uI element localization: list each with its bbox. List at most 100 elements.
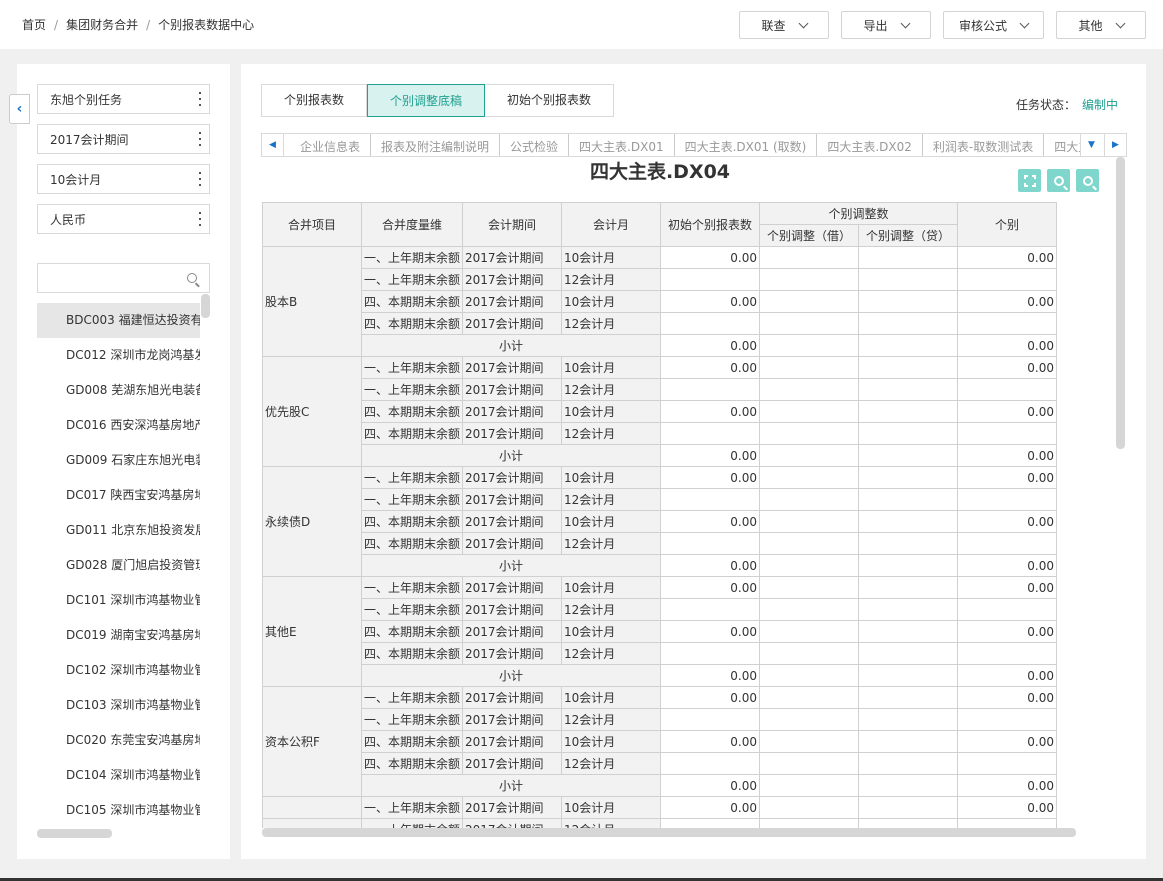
cell-individual[interactable] (957, 268, 1058, 291)
sheet-tab[interactable]: 四大主表.DX02 (817, 134, 923, 156)
cell-individual[interactable] (957, 532, 1058, 555)
cell-adjust-debit[interactable] (759, 510, 860, 533)
cell-initial[interactable]: 0.00 (660, 620, 761, 643)
org-list-horizontal-scrollbar[interactable] (37, 829, 112, 838)
search-icon[interactable] (187, 273, 197, 283)
cell-initial[interactable]: 0.00 (660, 334, 761, 357)
cell-adjust-debit[interactable] (759, 400, 860, 423)
cell-initial[interactable] (660, 818, 761, 828)
cell-individual[interactable]: 0.00 (957, 510, 1058, 533)
cell-initial[interactable] (660, 598, 761, 621)
org-list-item[interactable]: DC016 西安深鸿基房地产 (37, 408, 200, 443)
cell-initial[interactable]: 0.00 (660, 444, 761, 467)
cell-adjust-debit[interactable] (759, 334, 860, 357)
export-button[interactable]: 导出 (841, 11, 931, 39)
sheet-tab[interactable]: 四大主表.DX01 (569, 134, 675, 156)
cell-individual[interactable] (957, 818, 1058, 828)
org-list-item[interactable]: DC101 深圳市鸿基物业管 (37, 583, 200, 618)
cell-initial[interactable]: 0.00 (660, 356, 761, 379)
cell-individual[interactable]: 0.00 (957, 554, 1058, 577)
org-search-input[interactable] (37, 263, 210, 293)
cell-adjust-credit[interactable] (858, 334, 959, 357)
cell-adjust-credit[interactable] (858, 356, 959, 379)
linked-query-button[interactable]: 联查 (739, 11, 829, 39)
sheet-next-button[interactable]: ▶ (1104, 134, 1126, 156)
cell-adjust-credit[interactable] (858, 444, 959, 467)
cell-adjust-credit[interactable] (858, 246, 959, 269)
cell-individual[interactable]: 0.00 (957, 334, 1058, 357)
cell-initial[interactable]: 0.00 (660, 664, 761, 687)
cell-initial[interactable]: 0.00 (660, 510, 761, 533)
cell-initial[interactable]: 0.00 (660, 400, 761, 423)
cell-adjust-credit[interactable] (858, 312, 959, 335)
cell-individual[interactable] (957, 422, 1058, 445)
cell-adjust-debit[interactable] (759, 268, 860, 291)
cell-adjust-debit[interactable] (759, 818, 860, 828)
fullscreen-button[interactable] (1018, 169, 1041, 192)
breadcrumb-home[interactable]: 首页 (22, 18, 46, 32)
cell-individual[interactable]: 0.00 (957, 466, 1058, 489)
cell-adjust-credit[interactable] (858, 268, 959, 291)
cell-individual[interactable]: 0.00 (957, 246, 1058, 269)
org-list-item[interactable]: DC019 湖南宝安鸿基房地 (37, 618, 200, 653)
cell-individual[interactable]: 0.00 (957, 796, 1058, 819)
cell-adjust-credit[interactable] (858, 576, 959, 599)
sheet-prev-button[interactable]: ◀ (262, 134, 284, 156)
cell-adjust-debit[interactable] (759, 730, 860, 753)
cell-adjust-credit[interactable] (858, 466, 959, 489)
cell-individual[interactable] (957, 642, 1058, 665)
cell-initial[interactable] (660, 642, 761, 665)
task-select[interactable]: 东旭个别任务 (37, 84, 210, 114)
zoom-out-button[interactable] (1076, 169, 1099, 192)
cell-adjust-debit[interactable] (759, 488, 860, 511)
cell-initial[interactable]: 0.00 (660, 730, 761, 753)
cell-individual[interactable]: 0.00 (957, 400, 1058, 423)
cell-adjust-debit[interactable] (759, 576, 860, 599)
cell-individual[interactable]: 0.00 (957, 576, 1058, 599)
cell-adjust-debit[interactable] (759, 444, 860, 467)
cell-initial[interactable] (660, 532, 761, 555)
cell-individual[interactable]: 0.00 (957, 290, 1058, 313)
audit-formula-button[interactable]: 审核公式 (943, 11, 1044, 39)
cell-individual[interactable] (957, 752, 1058, 775)
org-list-item[interactable]: DC105 深圳市鸿基物业管 (37, 793, 200, 828)
zoom-in-button[interactable] (1047, 169, 1070, 192)
cell-adjust-credit[interactable] (858, 730, 959, 753)
org-list-item[interactable]: GD011 北京东旭投资发展 (37, 513, 200, 548)
cell-adjust-debit[interactable] (759, 246, 860, 269)
cell-initial[interactable] (660, 312, 761, 335)
cell-adjust-credit[interactable] (858, 598, 959, 621)
cell-adjust-debit[interactable] (759, 686, 860, 709)
cell-initial[interactable]: 0.00 (660, 466, 761, 489)
month-select[interactable]: 10会计月 (37, 164, 210, 194)
cell-adjust-debit[interactable] (759, 598, 860, 621)
cell-adjust-debit[interactable] (759, 620, 860, 643)
cell-initial[interactable] (660, 488, 761, 511)
cell-adjust-credit[interactable] (858, 774, 959, 797)
cell-individual[interactable]: 0.00 (957, 686, 1058, 709)
cell-adjust-debit[interactable] (759, 708, 860, 731)
cell-adjust-credit[interactable] (858, 708, 959, 731)
tab-initial-individual-report[interactable]: 初始个别报表数 (485, 85, 614, 116)
breadcrumb-group-consolidation[interactable]: 集团财务合并 (66, 18, 138, 32)
org-list-vertical-scrollbar[interactable] (201, 294, 210, 318)
cell-adjust-debit[interactable] (759, 796, 860, 819)
cell-initial[interactable]: 0.00 (660, 774, 761, 797)
more-button[interactable]: 其他 (1056, 11, 1146, 39)
org-list-item[interactable]: DC020 东莞宝安鸿基房地 (37, 723, 200, 758)
period-select[interactable]: 2017会计期间 (37, 124, 210, 154)
cell-adjust-debit[interactable] (759, 466, 860, 489)
cell-individual[interactable] (957, 312, 1058, 335)
org-list-item[interactable]: GD008 芜湖东旭光电装备 (37, 373, 200, 408)
table-horizontal-scrollbar[interactable] (262, 828, 1076, 837)
cell-adjust-credit[interactable] (858, 378, 959, 401)
org-list-item[interactable]: DC017 陕西宝安鸿基房地 (37, 478, 200, 513)
org-list-item[interactable]: BDC003 福建恒达投资有限 (37, 303, 200, 338)
org-list-item[interactable]: GD009 石家庄东旭光电装 (37, 443, 200, 478)
cell-initial[interactable]: 0.00 (660, 246, 761, 269)
cell-initial[interactable] (660, 422, 761, 445)
cell-initial[interactable] (660, 708, 761, 731)
cell-adjust-credit[interactable] (858, 796, 959, 819)
tab-individual-adjustment[interactable]: 个别调整底稿 (367, 84, 486, 117)
cell-individual[interactable] (957, 708, 1058, 731)
